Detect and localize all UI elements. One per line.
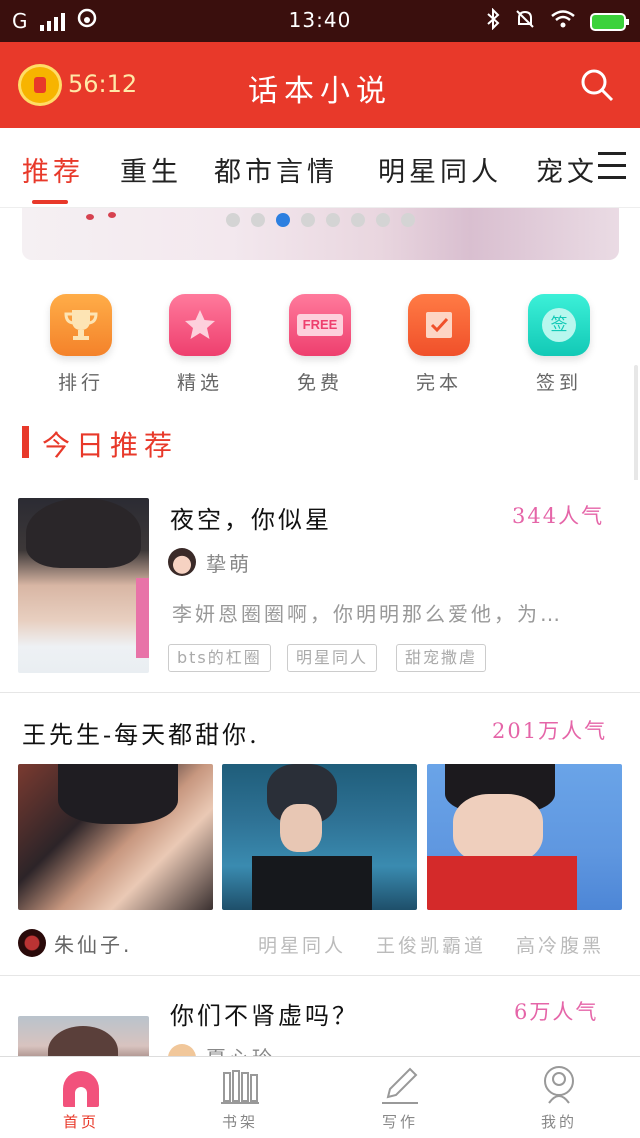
home-icon <box>61 1063 101 1107</box>
check-icon <box>408 294 470 356</box>
quick-link-ranking[interactable]: 排行 <box>31 294 131 395</box>
quick-link-completed[interactable]: 完本 <box>389 294 489 395</box>
book-title[interactable]: 你们不肾虚吗？ <box>170 996 359 1031</box>
tab-rebirth[interactable]: 重生 <box>120 150 182 189</box>
nav-label: 写作 <box>381 1113 418 1131</box>
book-title[interactable]: 王先生-每天都甜你. <box>22 715 260 750</box>
nav-label: 书架 <box>221 1113 258 1131</box>
carousel-indicator <box>226 213 415 227</box>
sign-in-badge: 签 <box>542 308 576 342</box>
image-hair <box>58 764 178 824</box>
author-avatar[interactable] <box>168 1044 196 1056</box>
image-jacket <box>427 856 577 910</box>
free-badge: FREE <box>297 314 343 336</box>
book-description: 李妍恩圈圈啊，你明明那么爱他，为… <box>172 602 563 626</box>
book-tag[interactable]: 王俊凯霸道 <box>376 931 486 958</box>
sign-in-icon: 签 <box>528 294 590 356</box>
battery-icon <box>590 12 629 31</box>
book-image[interactable] <box>222 764 417 910</box>
free-icon: FREE <box>289 294 351 356</box>
quick-link-label: 精选 <box>176 372 223 394</box>
mute-icon <box>514 8 536 35</box>
image-face <box>280 804 322 852</box>
book-popularity: 344人气 <box>512 504 605 528</box>
book-tag[interactable]: bts的杠圈 <box>168 644 271 672</box>
star-icon <box>169 294 231 356</box>
image-face <box>453 794 543 864</box>
quick-link-featured[interactable]: 精选 <box>150 294 250 395</box>
book-tag[interactable]: 高冷腹黑 <box>516 931 604 958</box>
petal-decoration <box>108 212 116 218</box>
book-image[interactable] <box>18 764 213 910</box>
menu-icon[interactable] <box>598 152 628 182</box>
quick-link-sign-in[interactable]: 签 签到 <box>509 294 609 395</box>
book-title[interactable]: 夜空，你似星 <box>170 500 332 535</box>
app-header: 56:12 话本小说 <box>0 42 640 128</box>
nav-profile[interactable]: 我的 <box>509 1063 609 1132</box>
book-card[interactable]: 夜空，你似星 344人气 挚萌 李妍恩圈圈啊，你明明那么爱他，为… bts的杠圈… <box>0 480 640 692</box>
petal-decoration <box>86 214 94 220</box>
quick-link-free[interactable]: FREE 免费 <box>270 294 370 395</box>
status-bar: G 13:40 <box>0 0 640 42</box>
section-marker <box>22 426 29 458</box>
nav-bookshelf[interactable]: 书架 <box>190 1063 290 1132</box>
carousel-dot[interactable] <box>226 213 240 227</box>
status-right <box>486 7 629 35</box>
book-tag[interactable]: 甜宠撒虐 <box>396 644 487 672</box>
book-cover[interactable] <box>18 1016 149 1056</box>
nav-write[interactable]: 写作 <box>350 1063 450 1132</box>
cover-hair <box>26 498 141 568</box>
author-avatar[interactable] <box>18 929 46 957</box>
bluetooth-icon <box>486 7 500 35</box>
image-shirt <box>252 856 372 910</box>
quick-links: 排行 精选 FREE 免费 完本 签 签到 <box>0 294 640 394</box>
app-screen: G 13:40 56:12 话本小说 推荐 重生 都市言情 明星同人 宠文 排行… <box>0 0 640 1138</box>
quick-link-label: 免费 <box>296 372 343 394</box>
book-card[interactable]: 王先生-每天都甜你. 201万人气 朱仙子. 明星同人 王俊凯霸道 高冷腹黑 <box>0 693 640 975</box>
write-icon <box>380 1063 420 1107</box>
author-name[interactable]: 夏心玲 <box>206 1042 275 1056</box>
search-icon <box>581 69 614 102</box>
quick-link-label: 签到 <box>535 372 582 394</box>
active-tab-indicator <box>32 200 68 204</box>
book-cover[interactable] <box>18 498 149 673</box>
trophy-icon <box>50 294 112 356</box>
carousel-dot[interactable] <box>276 213 290 227</box>
carousel-dot[interactable] <box>251 213 265 227</box>
carousel-dot[interactable] <box>376 213 390 227</box>
author-name[interactable]: 挚萌 <box>206 548 252 577</box>
carousel-dot[interactable] <box>326 213 340 227</box>
nav-label: 首页 <box>62 1113 99 1131</box>
quick-link-label: 排行 <box>57 372 104 394</box>
author-avatar[interactable] <box>168 548 196 576</box>
app-title: 话本小说 <box>248 74 392 109</box>
nav-label: 我的 <box>540 1113 577 1131</box>
section-title: 今日推荐 <box>42 429 179 462</box>
tab-recommend[interactable]: 推荐 <box>22 150 84 189</box>
quick-link-label: 完本 <box>415 372 462 394</box>
book-card[interactable]: 你们不肾虚吗？ 6万人气 夏心玲 <box>0 976 640 1056</box>
book-popularity: 6万人气 <box>514 1000 599 1024</box>
cover-accent <box>136 578 149 658</box>
tab-celebrity-fanfic[interactable]: 明星同人 <box>378 150 502 189</box>
carousel-dot[interactable] <box>401 213 415 227</box>
wifi-icon <box>550 9 576 34</box>
author-name[interactable]: 朱仙子. <box>54 929 132 958</box>
carousel-dot[interactable] <box>301 213 315 227</box>
book-popularity: 201万人气 <box>492 719 608 743</box>
bookshelf-icon <box>220 1063 260 1107</box>
carousel-dot[interactable] <box>351 213 365 227</box>
tab-urban-romance[interactable]: 都市言情 <box>214 150 338 189</box>
profile-icon <box>539 1063 579 1107</box>
book-tag[interactable]: 明星同人 <box>287 644 378 672</box>
bottom-navigation: 首页 书架 写作 我的 <box>0 1056 640 1138</box>
book-tag[interactable]: 明星同人 <box>258 931 346 958</box>
tab-pampering[interactable]: 宠文 <box>536 150 598 189</box>
cover-hair <box>48 1026 118 1056</box>
search-button[interactable] <box>580 68 614 102</box>
category-tabs: 推荐 重生 都市言情 明星同人 宠文 <box>0 128 640 208</box>
book-image[interactable] <box>427 764 622 910</box>
nav-home[interactable]: 首页 <box>31 1063 131 1132</box>
